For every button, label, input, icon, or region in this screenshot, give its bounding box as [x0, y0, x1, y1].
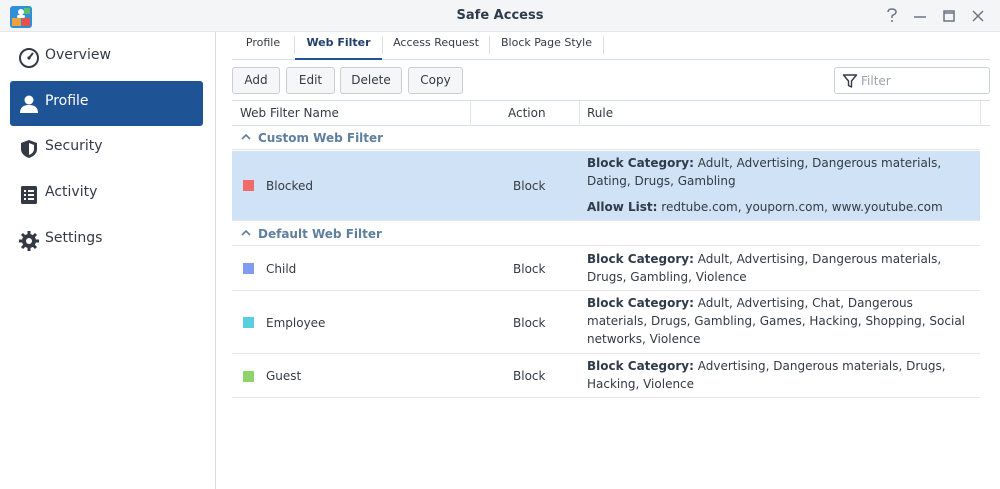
rule-label: Block Category: [587, 156, 694, 170]
row-rule: Block Category: Advertising, Dangerous m… [587, 357, 975, 393]
title-bar: Safe Access [0, 0, 1000, 32]
group-header-default[interactable]: Default Web Filter [232, 222, 980, 246]
filter-box [834, 67, 990, 94]
sidebar: Overview Profile Security Activity Setti… [0, 32, 216, 489]
sidebar-item-label: Overview [45, 47, 111, 63]
column-divider[interactable] [579, 101, 580, 126]
tab-bar: Profile Web Filter Access Request Block … [232, 32, 990, 60]
funnel-icon [842, 74, 858, 88]
color-swatch [243, 317, 254, 328]
table-row-blocked[interactable]: Blocked Block Block Category: Adult, Adv… [232, 151, 980, 221]
row-rule: Block Category: Adult, Advertising, Chat… [587, 294, 975, 348]
sidebar-item-settings[interactable]: Settings [10, 218, 203, 263]
color-swatch [243, 371, 254, 382]
help-icon[interactable] [882, 6, 902, 26]
row-rule: Block Category: Adult, Advertising, Dang… [587, 250, 975, 286]
allow-label: Allow List: [587, 200, 658, 214]
list-icon [21, 186, 37, 204]
sidebar-item-profile[interactable]: Profile [10, 81, 203, 126]
sidebar-item-security[interactable]: Security [10, 126, 203, 171]
color-swatch [243, 180, 254, 191]
sidebar-item-label: Profile [45, 93, 89, 109]
close-icon[interactable] [968, 6, 988, 26]
group-label: Default Web Filter [258, 227, 382, 241]
gauge-icon [19, 48, 39, 68]
rule-label: Block Category: [587, 359, 694, 373]
window-title: Safe Access [456, 8, 544, 23]
row-action: Block [513, 369, 546, 383]
sidebar-item-label: Settings [45, 230, 103, 246]
table-row-employee[interactable]: Employee Block Block Category: Adult, Ad… [232, 291, 980, 354]
chevron-up-icon [241, 133, 251, 140]
row-rule: Block Category: Adult, Advertising, Dang… [587, 154, 975, 216]
row-action: Block [513, 262, 546, 276]
add-button[interactable]: Add [232, 67, 280, 94]
row-action: Block [513, 179, 546, 193]
sidebar-item-label: Activity [45, 184, 98, 200]
chevron-up-icon [241, 229, 251, 236]
rule-label: Block Category: [587, 252, 694, 266]
minimize-icon[interactable] [910, 6, 930, 26]
copy-button[interactable]: Copy [408, 67, 463, 94]
filter-input[interactable] [861, 70, 985, 91]
column-header-action[interactable]: Action [508, 106, 546, 120]
row-name: Blocked [266, 179, 314, 193]
row-name: Child [266, 262, 297, 276]
delete-button[interactable]: Delete [340, 67, 402, 94]
table-row-guest[interactable]: Guest Block Block Category: Advertising,… [232, 354, 980, 398]
edit-button[interactable]: Edit [286, 67, 335, 94]
active-tab-indicator [295, 58, 382, 60]
sidebar-item-activity[interactable]: Activity [10, 172, 203, 217]
gear-icon [19, 231, 39, 251]
tab-web-filter[interactable]: Web Filter [295, 32, 382, 60]
tab-profile[interactable]: Profile [232, 32, 294, 60]
rule-label: Block Category: [587, 296, 694, 310]
column-divider[interactable] [470, 101, 471, 126]
group-label: Custom Web Filter [258, 131, 384, 145]
column-header-rule[interactable]: Rule [587, 106, 613, 120]
row-name: Guest [266, 369, 302, 383]
grid-header: Web Filter Name Action Rule [232, 100, 990, 126]
tab-access-request[interactable]: Access Request [383, 32, 489, 60]
sidebar-item-label: Security [45, 138, 103, 154]
column-divider[interactable] [980, 101, 981, 126]
column-header-name[interactable]: Web Filter Name [240, 106, 339, 120]
group-header-custom[interactable]: Custom Web Filter [232, 126, 980, 150]
row-name: Employee [266, 316, 326, 330]
maximize-icon[interactable] [939, 6, 959, 26]
allow-text: redtube.com, youporn.com, www.youtube.co… [661, 200, 943, 214]
user-icon [20, 95, 38, 113]
table-row-child[interactable]: Child Block Block Category: Adult, Adver… [232, 247, 980, 291]
color-swatch [243, 263, 254, 274]
row-action: Block [513, 316, 546, 330]
sidebar-item-overview[interactable]: Overview [10, 35, 203, 80]
tab-block-page-style[interactable]: Block Page Style [490, 32, 603, 60]
shield-icon [21, 140, 37, 158]
tab-divider [603, 36, 604, 54]
